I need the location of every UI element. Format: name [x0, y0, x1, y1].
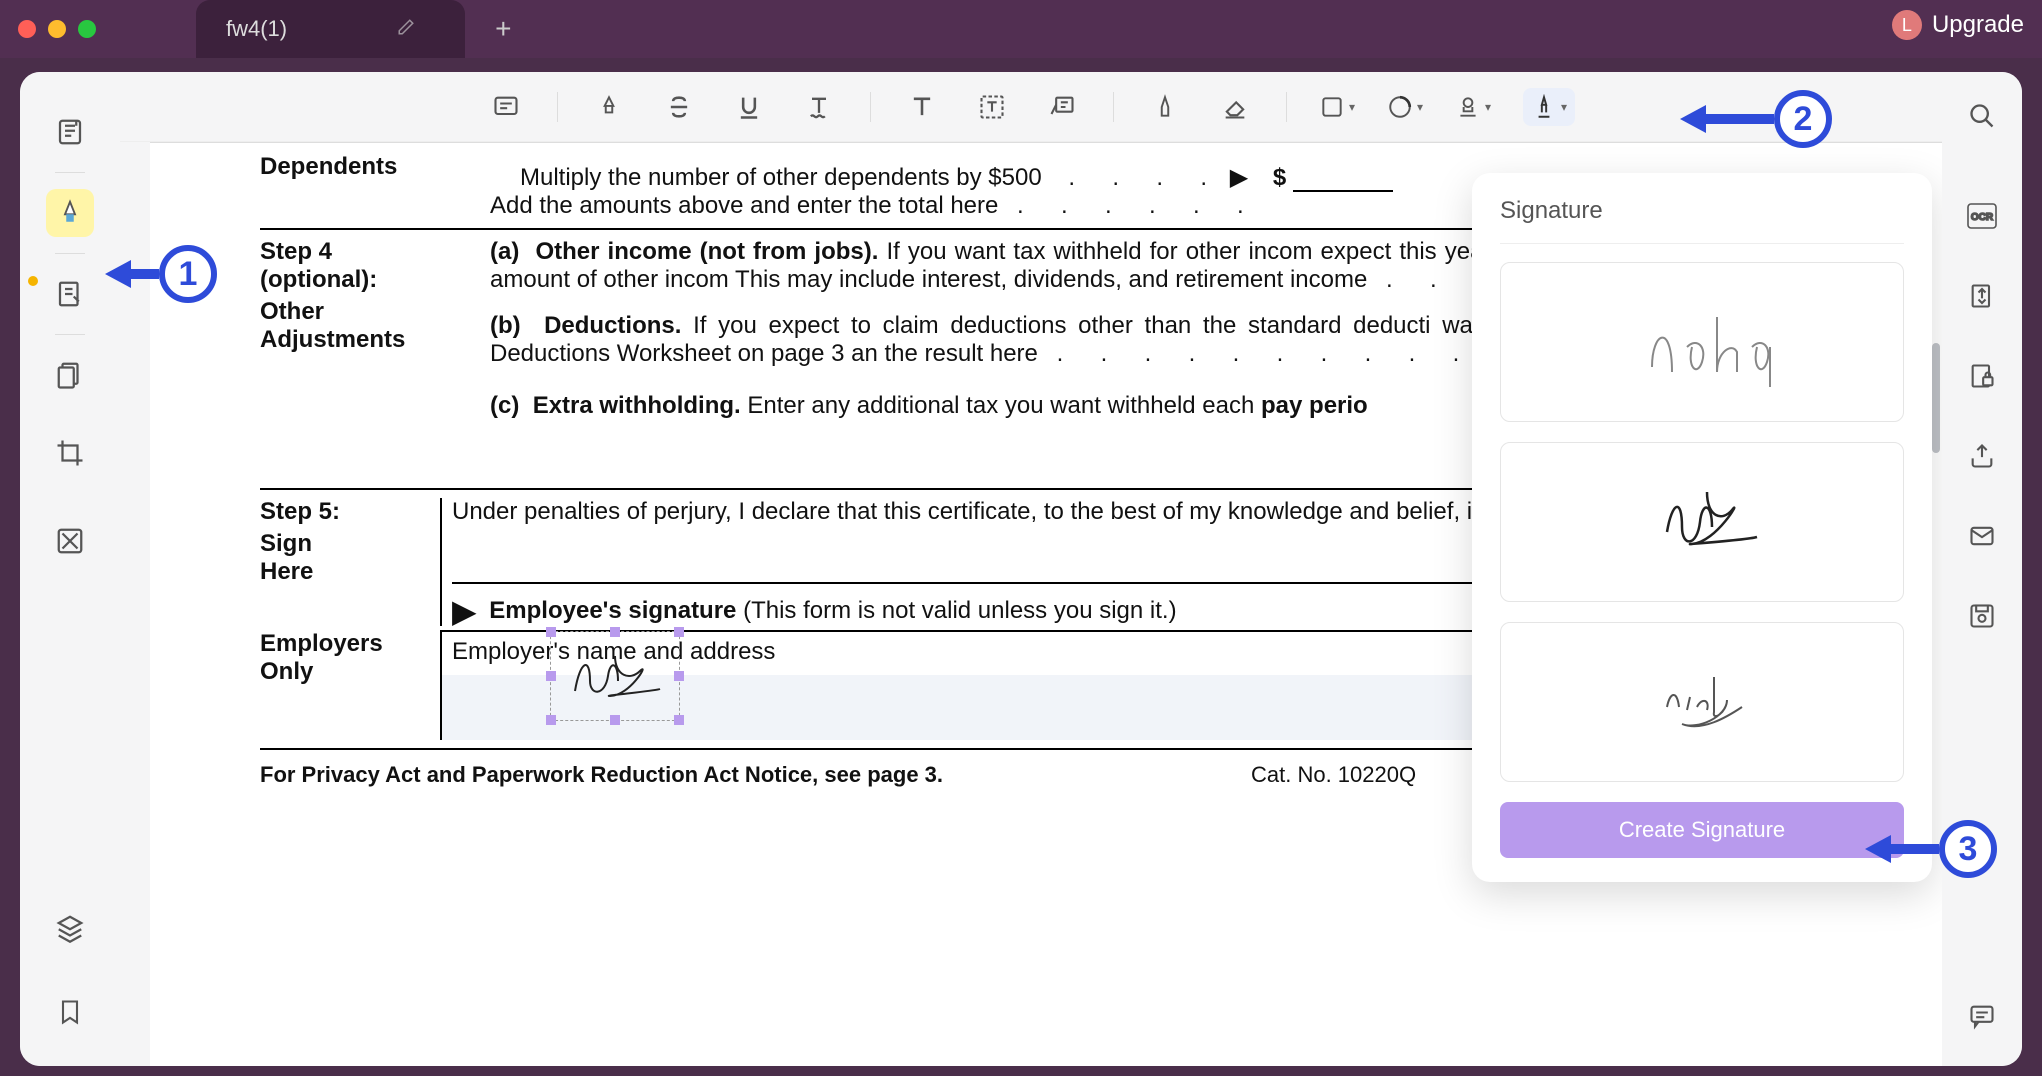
resize-handle[interactable]	[674, 671, 684, 681]
stamp-tool-button[interactable]: ▾	[1455, 94, 1491, 120]
resize-handle[interactable]	[546, 671, 556, 681]
resize-handle[interactable]	[674, 627, 684, 637]
annotate-mode-button[interactable]	[46, 189, 94, 237]
panel-title: Signature	[1500, 197, 1904, 225]
chevron-down-icon: ▾	[1561, 100, 1567, 114]
layers-button[interactable]	[46, 904, 94, 952]
separator	[557, 92, 558, 122]
doc-text: (c)	[490, 392, 519, 419]
section-label: Step 5: Sign Here	[260, 498, 440, 626]
upgrade-button[interactable]: Upgrade	[1932, 11, 2024, 39]
rename-tab-icon[interactable]	[397, 18, 415, 41]
ocr-button[interactable]: OCR	[1962, 196, 2002, 236]
edit-mode-button[interactable]	[46, 270, 94, 318]
titlebar: fw4(1) + L Upgrade	[0, 0, 2042, 58]
tab-title: fw4(1)	[226, 16, 287, 42]
measure-tool-button[interactable]: ▾	[1387, 94, 1423, 120]
avatar[interactable]: L	[1892, 10, 1922, 40]
section-label: Employers Only	[260, 630, 440, 740]
window-controls	[18, 20, 96, 38]
redact-mode-button[interactable]	[46, 517, 94, 565]
separator	[55, 172, 85, 173]
separator	[1286, 92, 1287, 122]
save-button[interactable]	[1962, 596, 2002, 636]
annotation-toolbar: ▾ ▾ ▾ ▾	[120, 72, 1942, 142]
doc-text: Employee's signature	[489, 597, 736, 624]
section-label: Dependents	[260, 153, 440, 192]
note-tool-button[interactable]	[487, 88, 525, 126]
crop-mode-button[interactable]	[46, 429, 94, 477]
close-window-icon[interactable]	[18, 20, 36, 38]
separator	[1500, 243, 1904, 244]
callout-tool-button[interactable]	[1043, 88, 1081, 126]
doc-text: Extra withholding.	[533, 392, 741, 419]
convert-button[interactable]	[1962, 276, 2002, 316]
right-sidebar: OCR	[1942, 72, 2022, 1066]
text-tool-button[interactable]	[903, 88, 941, 126]
strikethrough-tool-button[interactable]	[660, 88, 698, 126]
app-frame: ▾ ▾ ▾ ▾ Dependents Multiply	[20, 72, 2022, 1066]
document-viewport[interactable]: Dependents Multiply the number of other …	[150, 142, 1942, 1066]
underline-tool-button[interactable]	[730, 88, 768, 126]
signature-dropdown-panel: Signature Create Signature	[1472, 173, 1932, 882]
squiggly-tool-button[interactable]	[800, 88, 838, 126]
separator	[55, 334, 85, 335]
section-label: Step 4 (optional): Other Adjustments	[260, 238, 440, 420]
page-mode-button[interactable]	[46, 351, 94, 399]
comments-panel-button[interactable]	[1962, 996, 2002, 1036]
share-button[interactable]	[1962, 436, 2002, 476]
main-area: ▾ ▾ ▾ ▾ Dependents Multiply	[120, 72, 1942, 1066]
doc-text: . . . . . .	[1017, 192, 1252, 219]
doc-text: Add the amounts above and enter the tota…	[490, 192, 998, 219]
eraser-tool-button[interactable]	[1216, 88, 1254, 126]
chevron-down-icon: ▾	[1485, 100, 1491, 114]
pen-tool-button[interactable]	[1146, 88, 1184, 126]
resize-handle[interactable]	[546, 627, 556, 637]
search-button[interactable]	[1962, 96, 2002, 136]
highlight-tool-button[interactable]	[590, 88, 628, 126]
doc-text: (This form is not valid unless you sign …	[743, 597, 1177, 624]
separator	[55, 253, 85, 254]
doc-text: Multiply the number of other dependents …	[520, 164, 1042, 191]
placed-signature[interactable]	[550, 631, 680, 721]
left-sidebar	[20, 72, 120, 1066]
shape-tool-button[interactable]: ▾	[1319, 94, 1355, 120]
doc-text: $	[1273, 164, 1286, 191]
signature-tool-button[interactable]: ▾	[1523, 88, 1575, 126]
chevron-down-icon: ▾	[1417, 100, 1423, 114]
resize-handle[interactable]	[674, 715, 684, 725]
resize-handle[interactable]	[610, 715, 620, 725]
doc-text: pay perio	[1261, 392, 1368, 419]
doc-text: Under penalties of perjury, I declare th…	[452, 498, 1484, 525]
upgrade-area: L Upgrade	[1892, 10, 2024, 40]
email-button[interactable]	[1962, 516, 2002, 556]
doc-text: . . . . ▶	[1068, 164, 1256, 191]
scrollbar-thumb[interactable]	[1932, 343, 1940, 453]
tab-document[interactable]: fw4(1)	[196, 0, 465, 58]
doc-text: Deductions.	[544, 312, 681, 339]
doc-text: (b)	[490, 312, 521, 339]
security-button[interactable]	[1962, 356, 2002, 396]
minimize-window-icon[interactable]	[48, 20, 66, 38]
maximize-window-icon[interactable]	[78, 20, 96, 38]
signature-item[interactable]	[1500, 622, 1904, 782]
svg-text:OCR: OCR	[1971, 212, 1994, 223]
resize-handle[interactable]	[546, 715, 556, 725]
signature-item[interactable]	[1500, 442, 1904, 602]
create-signature-button[interactable]: Create Signature	[1500, 802, 1904, 858]
separator	[870, 92, 871, 122]
separator	[1113, 92, 1114, 122]
active-indicator-icon	[28, 276, 38, 286]
reader-mode-button[interactable]	[46, 108, 94, 156]
chevron-down-icon: ▾	[1349, 100, 1355, 114]
resize-handle[interactable]	[610, 627, 620, 637]
doc-text: (a)	[490, 238, 519, 265]
signature-item[interactable]	[1500, 262, 1904, 422]
doc-text: Enter any additional tax you want withhe…	[747, 392, 1261, 419]
new-tab-button[interactable]: +	[495, 13, 511, 45]
bookmark-button[interactable]	[46, 988, 94, 1036]
doc-text: Other income (not from jobs).	[535, 238, 878, 265]
textbox-tool-button[interactable]	[973, 88, 1011, 126]
